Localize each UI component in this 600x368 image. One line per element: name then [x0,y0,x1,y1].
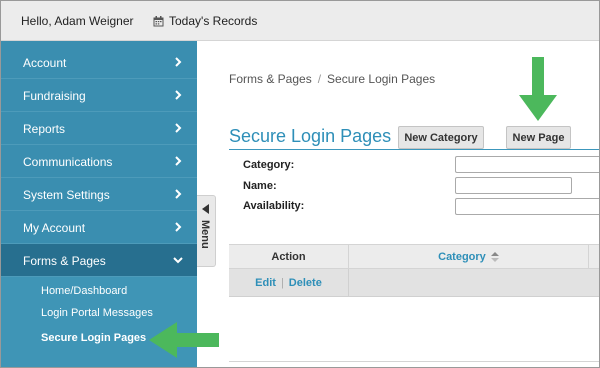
new-page-button[interactable]: New Page [506,126,571,149]
column-header-action: Action [229,245,349,269]
calendar-icon [153,15,164,26]
sidebar-item-account[interactable]: Account [1,46,197,79]
breadcrumb-item-current: Secure Login Pages [327,72,436,86]
table-header: Action Category [229,244,599,269]
sidebar-item-label: My Account [23,221,86,235]
submenu-item-home-dashboard[interactable]: Home/Dashboard [41,285,127,297]
sidebar-item-label: Account [23,56,67,70]
annotation-arrow-left-icon [149,322,219,358]
top-bar: Hello, Adam Weigner Today's Records [1,1,599,41]
sidebar-item-label: Forms & Pages [23,254,106,268]
sidebar-item-label: System Settings [23,188,110,202]
chevron-right-icon [175,123,182,133]
chevron-right-icon [175,222,182,232]
breadcrumb-separator: / [317,72,322,86]
sidebar-item-label: Fundraising [23,89,86,103]
row-actions: Edit | Delete [229,269,349,297]
availability-label: Availability: [243,200,305,212]
sidebar-item-communications[interactable]: Communications [1,145,197,178]
sidebar-item-forms-pages[interactable]: Forms & Pages [1,244,197,277]
sidebar-item-fundraising[interactable]: Fundraising [1,79,197,112]
breadcrumb-item-forms-pages[interactable]: Forms & Pages [229,72,312,86]
availability-select[interactable] [455,198,599,215]
chevron-right-icon [175,189,182,199]
chevron-down-icon [173,257,183,264]
submenu-item-login-portal-messages[interactable]: Login Portal Messages [41,307,153,319]
chevron-right-icon [175,90,182,100]
breadcrumb: Forms & Pages / Secure Login Pages [229,72,435,86]
edit-link[interactable]: Edit [255,277,276,289]
chevron-right-icon [175,57,182,67]
menu-tab-label: Menu [199,220,211,249]
user-greeting: Hello, Adam Weigner [21,14,134,28]
sidebar-item-my-account[interactable]: My Account [1,211,197,244]
sort-icon [490,252,499,263]
sidebar: Account Fundraising Reports Communicatio… [1,41,197,367]
menu-toggle-tab[interactable]: Menu [197,195,216,267]
todays-records-link[interactable]: Today's Records [153,14,257,28]
column-header-category[interactable]: Category [349,245,589,269]
todays-records-label: Today's Records [169,14,258,28]
submenu-item-secure-login-pages[interactable]: Secure Login Pages [41,332,146,344]
table-row: Edit | Delete [229,269,599,297]
sidebar-item-label: Communications [23,155,113,169]
column-header-category-label: Category [438,251,486,263]
sidebar-item-system-settings[interactable]: System Settings [1,178,197,211]
annotation-arrow-down-icon [519,57,557,121]
category-label: Category: [243,159,295,171]
title-divider [229,149,599,150]
category-select[interactable] [455,156,599,173]
new-category-button[interactable]: New Category [398,126,484,149]
sidebar-item-label: Reports [23,122,66,136]
app-window: Hello, Adam Weigner Today's Records Acco… [0,0,600,368]
page-title: Secure Login Pages [229,126,392,146]
name-label: Name: [243,180,277,192]
action-separator: | [280,277,284,289]
name-input[interactable] [455,177,572,194]
table-bottom-divider [229,361,599,362]
delete-link[interactable]: Delete [289,277,322,289]
chevron-right-icon [175,156,182,166]
sidebar-item-reports[interactable]: Reports [1,112,197,145]
collapse-arrow-icon [202,204,209,214]
